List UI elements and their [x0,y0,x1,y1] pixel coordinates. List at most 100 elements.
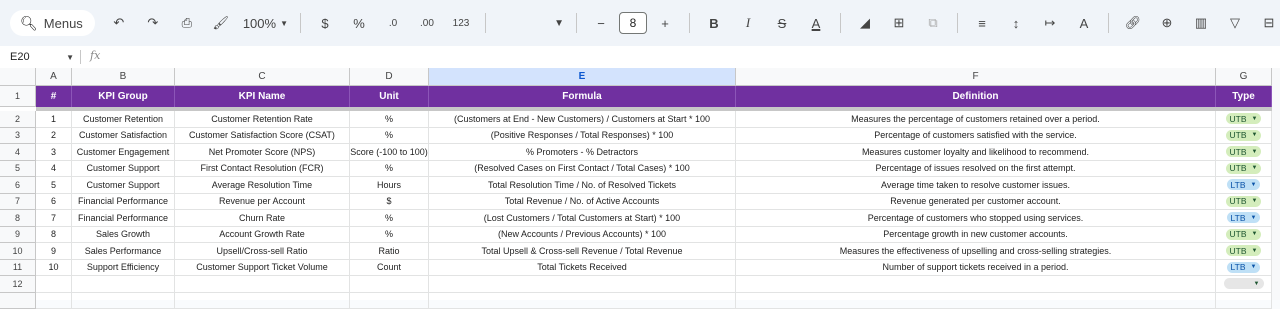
table-cell[interactable]: Revenue per Account [175,194,350,211]
type-dropdown-chip[interactable]: LTB▼ [1227,179,1261,190]
table-cell[interactable]: Average Resolution Time [175,177,350,194]
table-cell[interactable]: Measures the effectiveness of upselling … [736,243,1216,260]
table-cell[interactable]: Account Growth Rate [175,227,350,244]
table-cell[interactable]: (Customers at End - New Customers) / Cus… [429,111,736,128]
table-cell[interactable]: Score (-100 to 100) [350,144,429,161]
insert-link-icon[interactable]: 🔗︎ [1117,10,1149,36]
table-cell[interactable]: Percentage of customers who stopped usin… [736,210,1216,227]
table-cell[interactable]: % [350,227,429,244]
select-all-corner[interactable] [0,68,36,86]
table-cell[interactable]: First Contact Resolution (FCR) [175,161,350,178]
vertical-align-icon[interactable]: ↕ [1000,10,1032,36]
table-cell[interactable]: % [350,128,429,145]
table-cell[interactable]: Customer Retention [72,111,175,128]
filter-views-icon[interactable]: ⊟ [1253,10,1280,36]
table-cell[interactable] [429,276,736,293]
column-header-g[interactable]: G [1216,68,1272,86]
table-cell[interactable]: Total Upsell & Cross-sell Revenue / Tota… [429,243,736,260]
header-cell[interactable]: Type [1216,86,1272,107]
table-cell[interactable]: Churn Rate [175,210,350,227]
table-cell[interactable]: Percentage of customers satisfied with t… [736,128,1216,145]
name-box[interactable]: E20 ▼ [0,46,80,68]
type-dropdown-chip[interactable]: UTB▼ [1226,146,1262,157]
scrollbar[interactable] [1272,68,1280,300]
text-rotation-icon[interactable]: A [1068,10,1100,36]
table-cell[interactable] [72,276,175,293]
row-header[interactable]: 3 [0,128,36,145]
print-icon[interactable]: ⎙ [171,10,203,36]
table-cell[interactable]: 1 [36,111,72,128]
type-cell[interactable]: UTB▼ [1216,243,1272,260]
table-cell[interactable]: Customer Support [72,161,175,178]
header-cell[interactable]: Definition [736,86,1216,107]
table-cell[interactable] [36,276,72,293]
table-cell[interactable]: 7 [36,210,72,227]
table-cell[interactable]: % [350,161,429,178]
insert-comment-icon[interactable]: ⊕ [1151,10,1183,36]
table-cell[interactable]: Total Revenue / No. of Active Accounts [429,194,736,211]
increase-decimal-button[interactable]: .00 [411,10,443,36]
row-header[interactable]: 2 [0,111,36,128]
table-cell[interactable]: % Promoters - % Detractors [429,144,736,161]
table-cell[interactable]: Measures the percentage of customers ret… [736,111,1216,128]
row-header[interactable]: 8 [0,210,36,227]
paint-format-icon[interactable]: 🖌︎ [205,10,237,36]
percent-button[interactable]: % [343,10,375,36]
type-dropdown-chip[interactable]: UTB▼ [1226,229,1262,240]
table-cell[interactable]: Total Tickets Received [429,260,736,277]
type-dropdown-chip[interactable]: UTB▼ [1226,245,1262,256]
table-cell[interactable]: Percentage growth in new customer accoun… [736,227,1216,244]
table-cell[interactable]: (New Accounts / Previous Accounts) * 100 [429,227,736,244]
column-header-b[interactable]: B [72,68,175,86]
table-cell[interactable]: Number of support tickets received in a … [736,260,1216,277]
table-cell[interactable]: Customer Support [72,177,175,194]
header-cell[interactable]: Formula [429,86,736,107]
font-size-decrease-button[interactable]: − [585,10,617,36]
column-header-e[interactable]: E [429,68,736,86]
table-cell[interactable]: 10 [36,260,72,277]
type-dropdown-chip[interactable]: UTB▼ [1226,130,1262,141]
table-cell[interactable]: Net Promoter Score (NPS) [175,144,350,161]
type-cell[interactable]: UTB▼ [1216,227,1272,244]
type-dropdown-chip[interactable]: UTB▼ [1226,163,1262,174]
row-header[interactable]: 1 [0,86,36,107]
type-dropdown-chip[interactable]: LTB▼ [1227,212,1261,223]
table-cell[interactable]: % [350,111,429,128]
menus-button[interactable]: 🔍︎ Menus [10,10,95,36]
type-cell[interactable]: LTB▼ [1216,210,1272,227]
table-cell[interactable]: $ [350,194,429,211]
table-cell[interactable]: Customer Satisfaction [72,128,175,145]
table-cell[interactable]: Percentage of issues resolved on the fir… [736,161,1216,178]
type-cell[interactable]: LTB▼ [1216,260,1272,277]
table-cell[interactable]: Support Efficiency [72,260,175,277]
table-cell[interactable]: Financial Performance [72,210,175,227]
header-cell[interactable]: # [36,86,72,107]
column-header-d[interactable]: D [350,68,429,86]
table-cell[interactable]: Ratio [350,243,429,260]
table-cell[interactable]: (Lost Customers / Total Customers at Sta… [429,210,736,227]
type-dropdown-chip[interactable]: LTB▼ [1227,262,1261,273]
table-cell[interactable]: 4 [36,161,72,178]
table-cell[interactable] [736,276,1216,293]
table-cell[interactable] [1216,293,1272,309]
header-cell[interactable]: KPI Name [175,86,350,107]
table-cell[interactable]: % [350,210,429,227]
table-cell[interactable]: Average time taken to resolve customer i… [736,177,1216,194]
row-header[interactable]: 10 [0,243,36,260]
table-cell[interactable] [72,293,175,309]
table-cell[interactable]: 6 [36,194,72,211]
strikethrough-icon[interactable]: S [766,10,798,36]
spreadsheet-grid[interactable]: ABCDEFG1#KPI GroupKPI NameUnitFormulaDef… [0,68,1280,300]
table-cell[interactable]: (Resolved Cases on First Contact / Total… [429,161,736,178]
column-header-c[interactable]: C [175,68,350,86]
table-cell[interactable]: (Positive Responses / Total Responses) *… [429,128,736,145]
table-cell[interactable]: 2 [36,128,72,145]
table-cell[interactable]: 8 [36,227,72,244]
table-cell[interactable]: Sales Performance [72,243,175,260]
row-header[interactable]: 7 [0,194,36,211]
table-cell[interactable] [350,293,429,309]
type-cell[interactable]: LTB▼ [1216,177,1272,194]
font-size-increase-button[interactable]: + [649,10,681,36]
row-header[interactable]: 6 [0,177,36,194]
table-cell[interactable]: Customer Support Ticket Volume [175,260,350,277]
